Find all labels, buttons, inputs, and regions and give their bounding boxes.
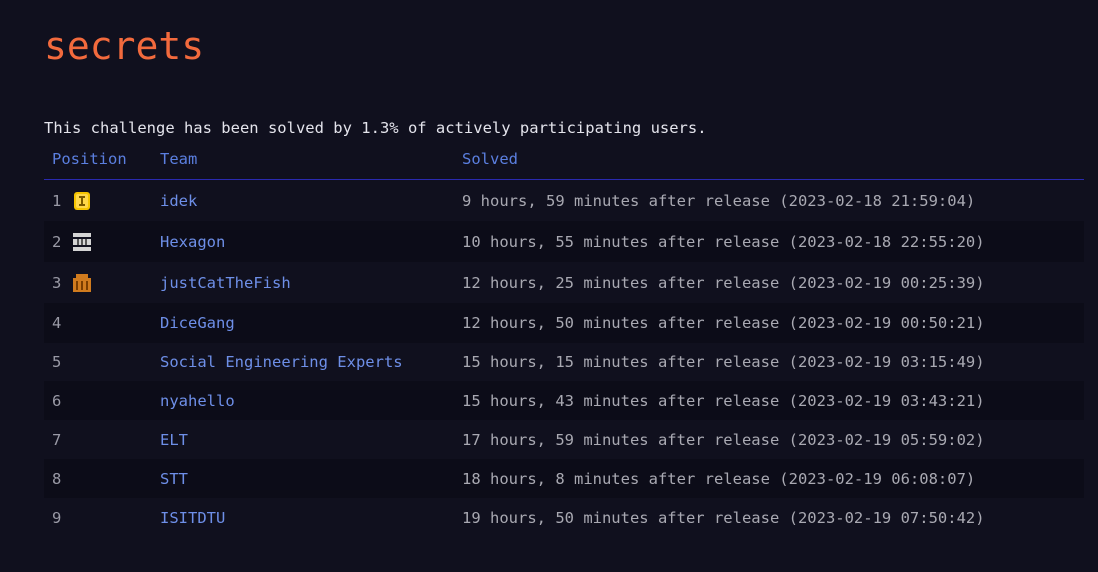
- table-row: 1 idek 9 hours, 59 minutes after release (…: [44, 180, 1084, 221]
- gold-medal-icon: [71, 191, 93, 211]
- row-position: 7: [52, 430, 62, 449]
- row-position: 1: [52, 191, 62, 210]
- solves-table: Position Team Solved 1 idek 9 hours, 59 mi…: [44, 146, 1084, 537]
- solved-time: 15 hours, 43 minutes after release (2023…: [462, 391, 985, 410]
- table-row: 4 DiceGang 12 hours, 50 minutes after rele…: [44, 303, 1084, 343]
- challenge-page: secrets This challenge has been solved b…: [0, 0, 1098, 572]
- table-row: 2 Hexagon 10 hours, 55 minutes after relea…: [44, 221, 1084, 262]
- team-link[interactable]: STT: [160, 470, 188, 488]
- solved-time: 19 hours, 50 minutes after release (2023…: [462, 508, 985, 527]
- table-row: 8 STT 18 hours, 8 minutes after release (2…: [44, 459, 1084, 498]
- row-position: 2: [52, 232, 62, 251]
- solved-time: 12 hours, 50 minutes after release (2023…: [462, 314, 985, 332]
- solved-time: 18 hours, 8 minutes after release (2023-…: [462, 469, 976, 488]
- team-link[interactable]: ELT: [160, 431, 188, 449]
- solved-time: 9 hours, 59 minutes after release (2023-…: [462, 191, 976, 210]
- team-link[interactable]: Hexagon: [160, 233, 225, 251]
- header-position: Position: [52, 150, 127, 168]
- page-title: secrets: [44, 24, 205, 68]
- solved-time: 12 hours, 25 minutes after release (2023…: [462, 273, 985, 292]
- header-team: Team: [160, 150, 198, 168]
- table-row: 5 Social Engineering Experts 15 hours, 15 …: [44, 343, 1084, 381]
- table-row: 7 ELT 17 hours, 59 minutes after release (…: [44, 420, 1084, 459]
- solved-time: 15 hours, 15 minutes after release (2023…: [462, 353, 985, 371]
- row-position: 9: [52, 508, 62, 527]
- team-link[interactable]: Social Engineering Experts: [160, 353, 403, 371]
- silver-medal-icon: [71, 232, 93, 252]
- team-link[interactable]: DiceGang: [160, 314, 235, 332]
- team-link[interactable]: justCatTheFish: [160, 274, 291, 292]
- table-body: 1 idek 9 hours, 59 minutes after release (…: [44, 180, 1084, 537]
- table-row: 9 ISITDTU 19 hours, 50 minutes after relea…: [44, 498, 1084, 537]
- table-row: 3 justCatTheFish 12 hours, 25 minutes afte…: [44, 262, 1084, 303]
- bronze-medal-icon: [71, 273, 93, 293]
- team-link[interactable]: ISITDTU: [160, 509, 225, 527]
- row-position: 5: [52, 353, 62, 371]
- team-link[interactable]: idek: [160, 192, 197, 210]
- table-header: Position Team Solved: [44, 146, 1084, 180]
- row-position: 8: [52, 469, 62, 488]
- row-position: 3: [52, 273, 62, 292]
- row-position: 4: [52, 314, 62, 332]
- table-row: 6 nyahello 15 hours, 43 minutes after rele…: [44, 381, 1084, 420]
- row-position: 6: [52, 391, 62, 410]
- team-link[interactable]: nyahello: [160, 392, 235, 410]
- solved-time: 17 hours, 59 minutes after release (2023…: [462, 430, 985, 449]
- header-solved: Solved: [462, 150, 518, 168]
- solved-time: 10 hours, 55 minutes after release (2023…: [462, 232, 985, 251]
- solve-summary: This challenge has been solved by 1.3% o…: [44, 119, 707, 137]
